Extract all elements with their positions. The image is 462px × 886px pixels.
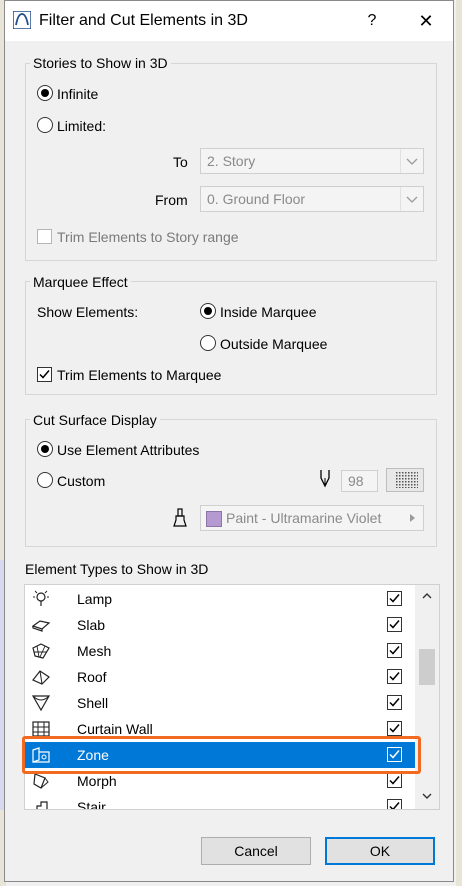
dialog-title: Filter and Cut Elements in 3D — [39, 12, 248, 29]
pen-number-value: 98 — [348, 473, 364, 489]
list-item[interactable]: Curtain Wall — [25, 716, 415, 742]
list-item-label: Roof — [77, 669, 107, 685]
checkmark-icon — [389, 724, 400, 733]
checkmark-icon — [389, 594, 400, 603]
checkmark-icon — [389, 776, 400, 785]
outside-marquee-radio[interactable] — [200, 335, 216, 351]
infinite-radio[interactable] — [37, 85, 53, 101]
inside-marquee-radio[interactable] — [200, 303, 216, 319]
list-item[interactable]: Lamp — [25, 586, 415, 612]
from-label: From — [155, 192, 188, 208]
help-button[interactable]: ? — [357, 7, 387, 35]
list-item-label: Stair — [77, 799, 106, 810]
list-item-label: Mesh — [77, 643, 112, 659]
from-story-select[interactable]: 0. Ground Floor — [200, 186, 424, 212]
to-story-value: 2. Story — [207, 153, 256, 169]
list-item-label: Zone — [77, 747, 109, 763]
list-item-checkbox[interactable] — [387, 721, 402, 736]
limited-radio[interactable] — [37, 117, 53, 133]
use-element-attributes-radio[interactable] — [37, 441, 53, 457]
list-item-label: Shell — [77, 695, 109, 711]
trim-marquee-label[interactable]: Trim Elements to Marquee — [57, 367, 221, 383]
background-window-right — [456, 0, 462, 886]
lamp-icon — [33, 590, 49, 606]
mesh-icon — [32, 643, 50, 659]
chevron-down-icon — [400, 187, 423, 211]
cancel-button[interactable]: Cancel — [201, 837, 311, 865]
to-label: To — [173, 154, 188, 170]
list-item-checkbox[interactable] — [387, 617, 402, 632]
filter-cut-dialog: Filter and Cut Elements in 3D ? ✕ Storie… — [4, 0, 454, 882]
to-story-select[interactable]: 2. Story — [200, 148, 424, 174]
curtain-wall-icon — [32, 721, 50, 737]
pen-number-field[interactable]: 98 — [341, 470, 378, 492]
list-item-label: Slab — [77, 617, 106, 633]
from-story-value: 0. Ground Floor — [207, 191, 306, 207]
chevron-down-icon — [400, 149, 423, 173]
list-item-label: Lamp — [77, 591, 113, 607]
list-item-checkbox[interactable] — [387, 747, 402, 762]
fill-pattern-button[interactable] — [386, 468, 424, 492]
list-scrollbar[interactable] — [415, 585, 439, 809]
stories-group-legend: Stories to Show in 3D — [30, 55, 171, 71]
trim-marquee-checkbox[interactable] — [37, 367, 52, 382]
list-item[interactable]: Stair — [25, 794, 415, 810]
list-item[interactable]: Zone — [25, 742, 415, 768]
checkmark-icon — [389, 802, 400, 809]
limited-label[interactable]: Limited: — [57, 118, 106, 134]
list-item-checkbox[interactable] — [387, 669, 402, 684]
roof-icon — [32, 670, 50, 685]
scrollbar-thumb[interactable] — [419, 649, 435, 685]
list-item-checkbox[interactable] — [387, 643, 402, 658]
cut-surface-legend: Cut Surface Display — [30, 412, 160, 428]
surface-paint-value: Paint - Ultramarine Violet — [226, 510, 382, 526]
paint-swatch — [206, 511, 222, 527]
checkmark-icon — [389, 672, 400, 681]
scroll-down-icon[interactable] — [421, 791, 433, 801]
trim-story-label[interactable]: Trim Elements to Story range — [57, 229, 239, 245]
list-item[interactable]: Morph — [25, 768, 415, 794]
zone-icon — [32, 747, 50, 763]
shell-icon — [31, 695, 51, 712]
marquee-group-legend: Marquee Effect — [30, 274, 131, 290]
list-item-checkbox[interactable] — [387, 773, 402, 788]
list-item[interactable]: Roof — [25, 664, 415, 690]
custom-radio[interactable] — [37, 472, 53, 488]
trim-story-checkbox[interactable] — [37, 229, 52, 244]
list-item[interactable]: Mesh — [25, 638, 415, 664]
ok-button[interactable]: OK — [325, 837, 435, 865]
chevron-right-icon — [401, 506, 423, 530]
show-elements-label: Show Elements: — [37, 304, 139, 320]
checkmark-icon — [389, 620, 400, 629]
stair-icon — [36, 801, 48, 809]
list-item[interactable]: Shell — [25, 690, 415, 716]
checkmark-icon — [389, 646, 400, 655]
outside-marquee-label[interactable]: Outside Marquee — [220, 336, 327, 352]
infinite-label[interactable]: Infinite — [57, 86, 98, 102]
surface-paint-select[interactable]: Paint - Ultramarine Violet — [200, 505, 424, 531]
close-button[interactable]: ✕ — [411, 7, 441, 35]
custom-label[interactable]: Custom — [57, 473, 105, 489]
list-item-checkbox[interactable] — [387, 695, 402, 710]
element-types-label: Element Types to Show in 3D — [25, 561, 209, 577]
list-item-label: Morph — [77, 773, 117, 789]
archicad-logo-icon — [13, 11, 31, 29]
title-bar: Filter and Cut Elements in 3D ? ✕ — [5, 1, 453, 41]
inside-marquee-label[interactable]: Inside Marquee — [220, 304, 317, 320]
element-types-list[interactable]: Lamp Slab Mesh Roof Shell Curtain Wall Zone Mor… — [24, 584, 440, 810]
fill-pattern-icon — [396, 472, 418, 488]
list-item[interactable]: Slab — [25, 612, 415, 638]
list-item-label: Curtain Wall — [77, 721, 153, 737]
checkmark-icon — [389, 750, 400, 759]
scroll-up-icon[interactable] — [421, 591, 433, 601]
pen-icon — [320, 470, 330, 488]
morph-icon — [33, 773, 49, 789]
list-item-checkbox[interactable] — [387, 591, 402, 606]
checkmark-icon — [39, 370, 50, 379]
use-element-attributes-label[interactable]: Use Element Attributes — [57, 442, 199, 458]
list-item-checkbox[interactable] — [387, 799, 402, 809]
slab-icon — [31, 620, 51, 632]
checkmark-icon — [389, 698, 400, 707]
paint-brush-icon — [173, 508, 187, 527]
